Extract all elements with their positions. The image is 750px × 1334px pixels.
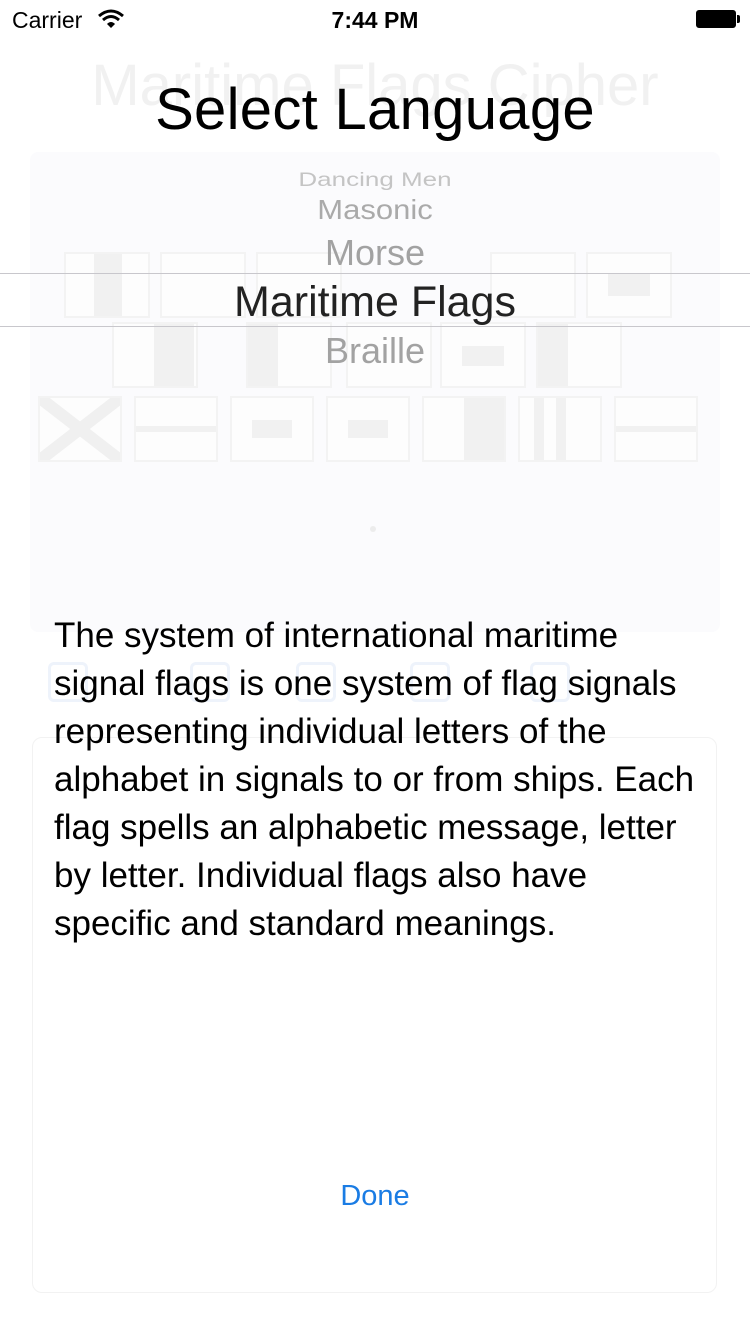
flag-icon: [326, 396, 410, 462]
picker-option-dancing-men[interactable]: Dancing Men: [0, 168, 750, 191]
language-picker[interactable]: Dancing Men Masonic Morse Maritime Flags…: [0, 160, 750, 380]
background-page-dot: [370, 526, 376, 532]
picker-option-masonic[interactable]: Masonic: [0, 194, 750, 226]
flag-icon: [518, 396, 602, 462]
flag-icon: [614, 396, 698, 462]
flag-icon: [230, 396, 314, 462]
flag-icon: [422, 396, 506, 462]
flag-icon: [36, 393, 124, 465]
picker-option-maritime-flags-selected[interactable]: Maritime Flags: [0, 278, 750, 327]
battery-icon: [696, 10, 740, 30]
status-bar: Carrier 7:44 PM: [0, 0, 750, 40]
picker-option-morse[interactable]: Morse: [0, 232, 750, 274]
flag-icon: [134, 396, 218, 462]
picker-option-braille[interactable]: Braille: [0, 330, 750, 372]
language-description: The system of international maritime sig…: [54, 616, 695, 943]
status-time: 7:44 PM: [331, 7, 419, 33]
select-language-title: Select Language: [155, 77, 595, 142]
done-button[interactable]: Done: [0, 1180, 750, 1213]
